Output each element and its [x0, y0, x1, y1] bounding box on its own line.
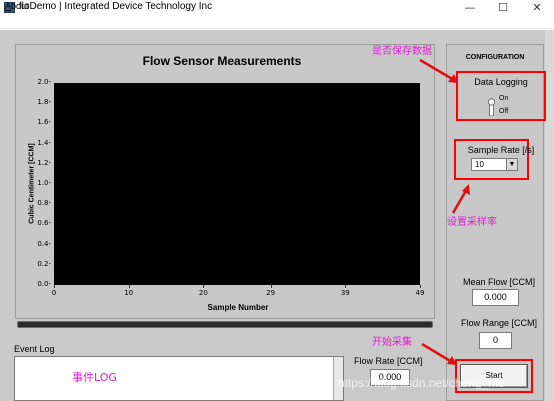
- mean-flow-label: Mean Flow [CCM]: [462, 277, 535, 287]
- flow-range-label: Flow Range [CCM]: [460, 318, 538, 328]
- y-tick-label: 1.6-: [37, 118, 51, 127]
- sample-rate-annotation: 设置采样率: [447, 217, 497, 228]
- y-tick-label: 0.6-: [37, 219, 51, 228]
- y-tick-label: 0.4-: [37, 239, 51, 248]
- sample-rate-label: Sample Rate [/s]: [467, 145, 535, 155]
- y-tick-label: 0.2-: [37, 259, 51, 268]
- x-tick-mark: [270, 285, 272, 288]
- toggle-on-label: On: [499, 95, 509, 102]
- menu-item-about[interactable]: About: [5, 1, 29, 11]
- y-tick-label: 1.4-: [37, 138, 51, 147]
- event-log-label: Event Log: [14, 344, 55, 354]
- x-tick-label: 39: [340, 289, 350, 297]
- annotation-arrow-icon: [419, 58, 458, 83]
- chevron-down-icon[interactable]: ▼: [506, 159, 517, 170]
- watermark-text: https://blog.csdn.net/cheng_me: [338, 376, 505, 390]
- x-tick-label: 10: [124, 289, 134, 297]
- mean-flow-display: 0.000: [472, 289, 519, 306]
- y-tick-label: 0.8-: [37, 199, 51, 208]
- flow-rate-label: Flow Rate [CCM]: [354, 356, 423, 366]
- x-tick-label: 29: [266, 289, 276, 297]
- sample-rate-value: 10: [475, 160, 484, 169]
- minimize-button[interactable]: —: [455, 0, 485, 15]
- annotation-arrow-icon: [451, 184, 470, 214]
- menu-about-rest: bout: [11, 1, 29, 11]
- data-logging-toggle[interactable]: [488, 96, 495, 116]
- x-axis-label: Sample Number: [207, 303, 269, 312]
- close-button[interactable]: ✕: [522, 0, 552, 15]
- x-tick-mark: [203, 285, 205, 288]
- graph-scrollbar[interactable]: [17, 321, 433, 328]
- graph-title: Flow Sensor Measurements: [142, 54, 302, 68]
- window-title: floDemo | Integrated Device Technology I…: [19, 1, 213, 12]
- maximize-button[interactable]: ☐: [488, 0, 518, 15]
- sample-rate-select[interactable]: 10 ▼: [471, 158, 518, 171]
- toggle-off-label: Off: [499, 108, 509, 115]
- y-tick-label: 1.0-: [37, 179, 51, 187]
- start-annotation: 开始采集: [372, 337, 412, 348]
- event-log-textarea[interactable]: [14, 356, 344, 401]
- x-tick-mark: [420, 285, 421, 288]
- annotation-arrow-icon: [421, 342, 457, 365]
- x-tick-mark: [345, 285, 347, 288]
- x-tick-label: 49: [415, 289, 425, 297]
- event-log-annotation: 事件LOG: [72, 371, 117, 384]
- flow-range-display: 0: [479, 332, 512, 349]
- data-logging-annotation: 是否保存数据: [372, 46, 432, 57]
- data-logging-label: Data Logging: [474, 77, 528, 87]
- plot-area: [54, 83, 420, 285]
- x-tick-mark: [128, 285, 130, 288]
- y-tick-label: 1.8-: [37, 98, 51, 107]
- y-tick-label: 2.0-: [37, 78, 51, 86]
- right-edge: [545, 30, 554, 401]
- x-tick-mark: [54, 285, 55, 288]
- menu-bar: [0, 15, 554, 29]
- x-tick-label: 20: [198, 289, 208, 297]
- y-tick-label: 0.0-: [37, 280, 51, 288]
- y-tick-label: 1.2-: [37, 158, 51, 167]
- x-tick-label: 0: [51, 289, 57, 297]
